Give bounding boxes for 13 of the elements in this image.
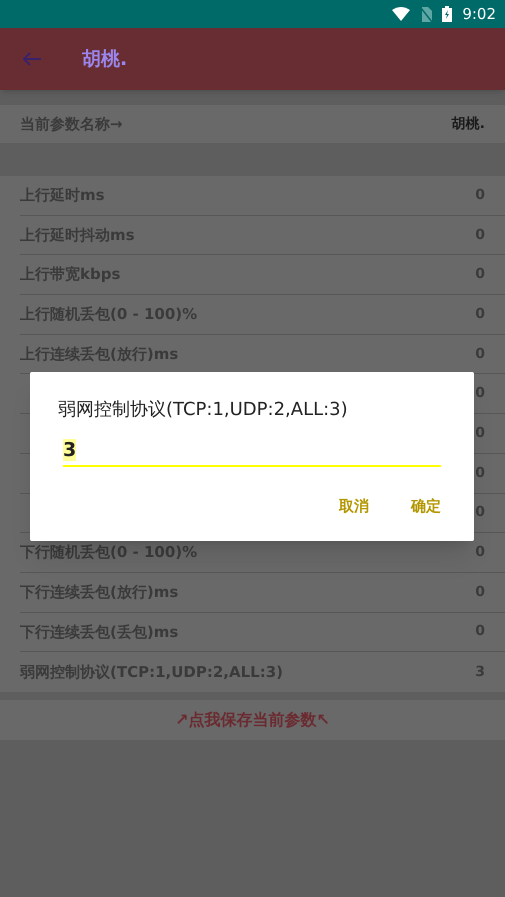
save-button[interactable]: ↗点我保存当前参数↖ <box>0 700 505 740</box>
dialog-button[interactable]: 确定 <box>411 495 441 518</box>
clock: 9:02 <box>462 4 496 25</box>
input-value: 3 <box>63 439 76 461</box>
current-name-value: 胡桃. <box>452 114 485 134</box>
dialog-button[interactable]: 取消 <box>339 495 369 518</box>
no-sim-icon <box>420 6 432 22</box>
battery-charging-icon <box>442 6 452 22</box>
wifi-icon <box>392 7 410 21</box>
dialog-title: 弱网控制协议(TCP:1,UDP:2,ALL:3) <box>58 398 348 422</box>
back-arrow-icon <box>22 51 42 67</box>
input-field[interactable]: 3 <box>63 436 441 467</box>
toolbar-title: 胡桃. <box>82 46 128 72</box>
